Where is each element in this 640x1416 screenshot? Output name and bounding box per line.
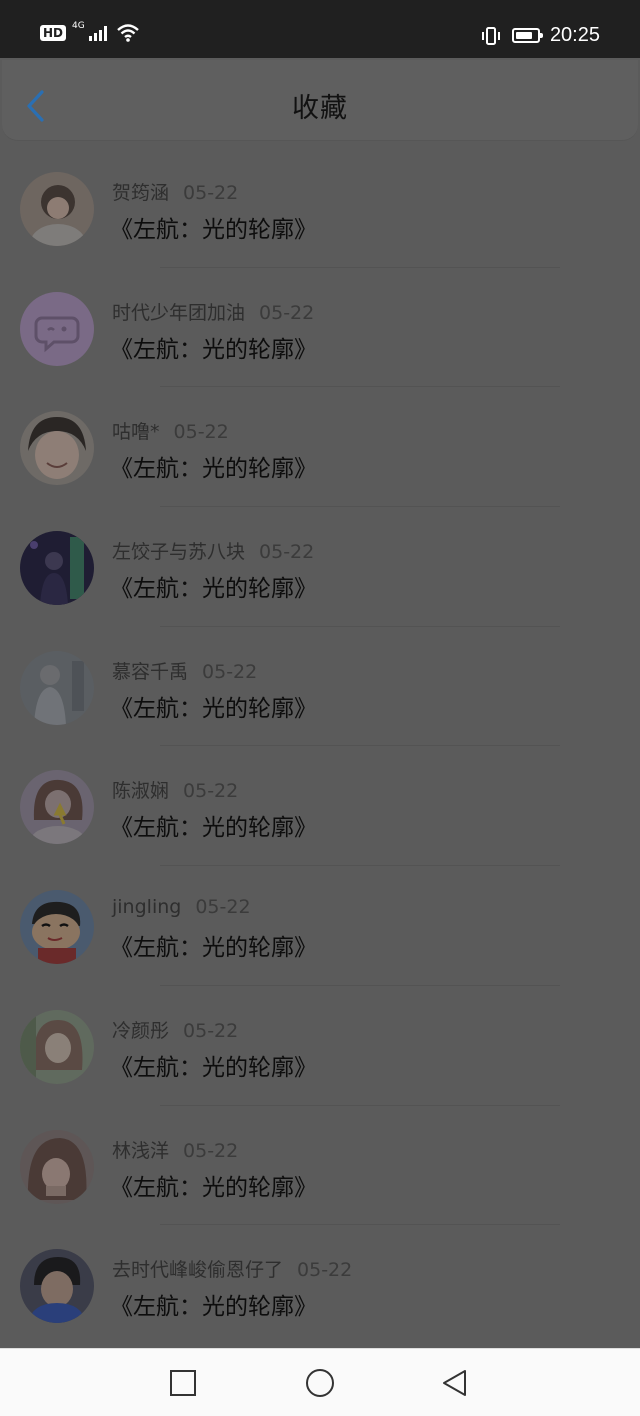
book-title[interactable]: 《左航：光的轮廓》	[110, 1287, 317, 1321]
book-title[interactable]: 《左航：光的轮廓》	[110, 330, 317, 364]
item-meta: 去时代峰峻偷恩仔了 05-22	[112, 1255, 352, 1282]
item-meta: 慕容千禹 05-22	[112, 657, 257, 684]
item-meta: 陈淑娴 05-22	[112, 776, 238, 803]
list-item[interactable]: 咕噜* 05-22 《左航：光的轮廓》	[0, 387, 640, 508]
item-meta: 冷颜彤 05-22	[112, 1016, 238, 1043]
avatar[interactable]	[20, 531, 94, 606]
avatar[interactable]	[20, 411, 94, 486]
status-left: HD 4G	[40, 21, 139, 42]
item-meta: 林浅洋 05-22	[112, 1136, 238, 1163]
list-item[interactable]: 陈淑娴 05-22 《左航：光的轮廓》	[0, 746, 640, 867]
book-title[interactable]: 《左航：光的轮廓》	[110, 210, 317, 244]
book-title[interactable]: 《左航：光的轮廓》	[110, 569, 317, 603]
item-date: 05-22	[259, 541, 315, 564]
item-meta: 时代少年团加油 05-22	[112, 298, 314, 325]
vibrate-icon	[481, 26, 500, 45]
book-title[interactable]: 《左航：光的轮廓》	[110, 1168, 317, 1202]
item-date: 05-22	[183, 780, 239, 803]
list-item[interactable]: 林浅洋 05-22 《左航：光的轮廓》	[0, 1106, 640, 1226]
book-title[interactable]: 《左航：光的轮廓》	[110, 449, 317, 483]
back-triangle-icon[interactable]	[441, 1369, 469, 1399]
item-date: 05-22	[202, 660, 258, 683]
item-meta: 贺筠涵 05-22	[112, 178, 238, 205]
home-circle-icon[interactable]	[304, 1369, 336, 1401]
book-title[interactable]: 《左航：光的轮廓》	[110, 808, 317, 842]
avatar[interactable]	[20, 172, 94, 246]
signal-icon	[88, 25, 107, 41]
item-date: 05-22	[195, 896, 251, 919]
avatar[interactable]	[20, 650, 94, 725]
recents-square-icon[interactable]	[169, 1369, 197, 1397]
username[interactable]: 陈淑娴	[112, 780, 169, 802]
book-title[interactable]: 《左航：光的轮廓》	[110, 928, 317, 962]
list-item[interactable]: 贺筠涵 05-22 《左航：光的轮廓》	[0, 148, 640, 268]
list-item[interactable]: 时代少年团加油 05-22 《左航：光的轮廓》	[0, 268, 640, 388]
username[interactable]: 林浅洋	[112, 1140, 169, 1162]
list-item[interactable]: 去时代峰峻偷恩仔了 05-22 《左航：光的轮廓》	[0, 1225, 640, 1345]
hd-badge: HD	[40, 25, 67, 41]
favorites-list: 贺筠涵 05-22 《左航：光的轮廓》 时代少年团加油 05-22 《左航：光的轮廓…	[0, 148, 640, 1345]
item-date: 05-22	[259, 301, 315, 324]
username[interactable]: 时代少年团加油	[112, 302, 245, 324]
avatar[interactable]	[20, 890, 94, 965]
avatar[interactable]	[20, 291, 94, 366]
avatar[interactable]	[20, 1249, 94, 1324]
book-title[interactable]: 《左航：光的轮廓》	[110, 689, 317, 723]
list-item[interactable]: 冷颜彤 05-22 《左航：光的轮廓》	[0, 986, 640, 1106]
list-item[interactable]: 左饺子与苏八块 05-22 《左航：光的轮廓》	[0, 507, 640, 627]
avatar[interactable]	[20, 1009, 94, 1084]
item-meta: 咕噜* 05-22	[112, 417, 229, 444]
item-meta: jingling 05-22	[112, 896, 251, 918]
network-type: 4G	[72, 21, 85, 31]
status-bar: HD 4G 20:25	[0, 0, 640, 58]
avatar[interactable]	[20, 1129, 94, 1204]
list-item[interactable]: 慕容千禹 05-22 《左航：光的轮廓》	[0, 627, 640, 747]
item-date: 05-22	[183, 182, 239, 204]
item-date: 05-22	[183, 1019, 239, 1042]
avatar[interactable]	[20, 770, 94, 845]
username[interactable]: 咕噜*	[112, 421, 160, 443]
item-meta: 左饺子与苏八块 05-22	[112, 537, 314, 564]
item-date: 05-22	[183, 1139, 239, 1162]
page-title: 收藏	[292, 93, 348, 124]
status-time: 20:25	[549, 24, 600, 46]
item-date: 05-22	[297, 1259, 353, 1282]
wifi-icon	[116, 24, 139, 42]
username[interactable]: 贺筠涵	[112, 182, 169, 204]
username[interactable]: 左饺子与苏八块	[112, 541, 245, 563]
system-nav-bar	[0, 1348, 640, 1416]
item-date: 05-22	[173, 421, 229, 444]
battery-icon	[511, 28, 543, 43]
username[interactable]: 去时代峰峻偷恩仔了	[112, 1259, 283, 1281]
username[interactable]: 冷颜彤	[112, 1020, 169, 1042]
list-item[interactable]: jingling 05-22 《左航：光的轮廓》	[0, 866, 640, 986]
username[interactable]: 慕容千禹	[112, 661, 188, 683]
status-right: 20:25	[480, 24, 600, 47]
book-title[interactable]: 《左航：光的轮廓》	[110, 1048, 317, 1082]
username[interactable]: jingling	[112, 896, 181, 918]
app-header: 收藏	[2, 60, 638, 141]
